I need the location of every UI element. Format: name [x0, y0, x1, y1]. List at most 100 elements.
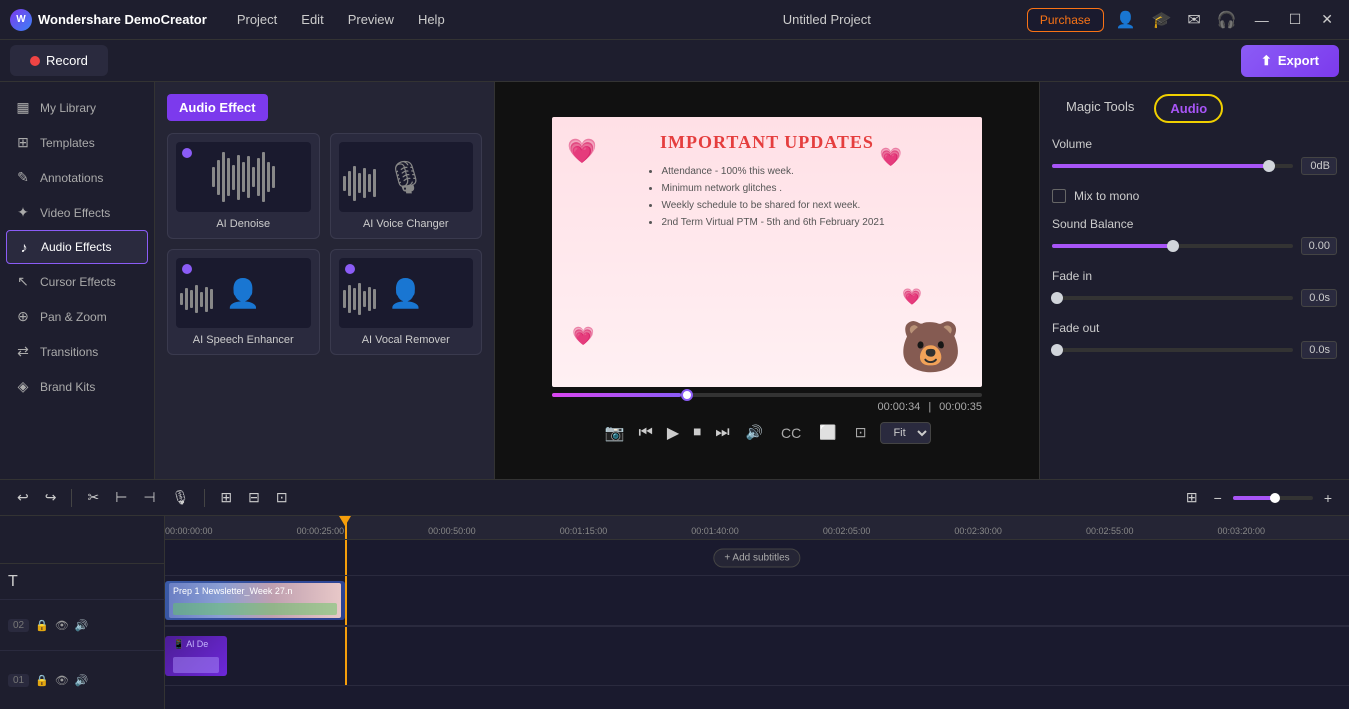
sound-balance-slider-track[interactable] [1052, 244, 1293, 248]
audio-icon-02[interactable]: 🔊 [75, 619, 89, 632]
fit-select[interactable]: Fit [880, 422, 931, 444]
sidebar-item-cursor-effects[interactable]: ↖ Cursor Effects [0, 264, 154, 299]
lock-icon-01[interactable]: 🔒 [35, 674, 49, 687]
add-clip-tool[interactable]: ⊟ [243, 486, 265, 509]
ruler-mark-0: 00:00:00:00 [165, 526, 297, 536]
video-waveform [173, 603, 337, 615]
tab-magic-tools[interactable]: Magic Tools [1052, 94, 1148, 123]
volume-icon[interactable]: 🔊 [742, 422, 767, 443]
mail-icon[interactable]: ✉ [1183, 6, 1204, 34]
preview-progress-fill [552, 393, 681, 397]
mix-to-mono-row: Mix to mono [1052, 189, 1337, 203]
prev-frame-button[interactable]: ⏮ [636, 422, 654, 444]
play-button[interactable]: ▶ [665, 421, 681, 445]
video-track-label-02: 02 🔒 👁 🔊 [0, 600, 165, 650]
stop-button[interactable]: ⏹ [691, 422, 703, 444]
fade-out-slider-thumb[interactable] [1051, 344, 1063, 356]
sidebar-label-annotations: Annotations [40, 171, 103, 185]
screenshot-button[interactable]: 📷 [603, 421, 627, 445]
sidebar-item-brand-kits[interactable]: ◈ Brand Kits [0, 369, 154, 404]
aspect-ratio-icon[interactable]: ⊡ [851, 422, 871, 443]
effect-card-ai-speech-enhancer[interactable]: 👤 AI Speech Enhancer [167, 249, 320, 355]
next-frame-button[interactable]: ⏭ [713, 422, 731, 444]
sidebar-item-transitions[interactable]: ⇄ Transitions [0, 334, 154, 369]
audio-effects-icon: ♪ [15, 239, 33, 255]
effect-card-ai-vocal-remover[interactable]: 👤 AI Vocal Remover [330, 249, 483, 355]
fade-out-slider-track[interactable] [1052, 348, 1293, 352]
menu-preview[interactable]: Preview [338, 8, 404, 31]
brand-kits-icon: ◈ [14, 378, 32, 395]
effect-card-ai-voice-changer[interactable]: 🎙 AI Voice Changer [330, 133, 483, 239]
sidebar-item-video-effects[interactable]: ✦ Video Effects [0, 195, 154, 230]
eye-icon-01[interactable]: 👁 [55, 674, 69, 687]
add-track-tool[interactable]: ⊞ [215, 486, 237, 509]
track-num-01: 01 [8, 674, 29, 687]
trim-tool[interactable]: ⊢ [110, 486, 132, 509]
record-mic-tool[interactable]: 🎙 [167, 486, 195, 509]
video-clip-01[interactable]: Prep 1 Newsletter_Week 27.n [165, 581, 345, 620]
zoom-slider-track[interactable] [1233, 496, 1313, 500]
fade-in-slider-thumb[interactable] [1051, 292, 1063, 304]
app-name: Wondershare DemoCreator [38, 12, 207, 27]
mix-to-mono-checkbox[interactable] [1052, 189, 1066, 203]
text-icon: T [8, 573, 18, 591]
preview-area: IMPORTANT UPDATES Attendance - 100% this… [495, 82, 1039, 479]
zoom-slider-fill [1233, 496, 1273, 500]
sidebar-item-audio-effects[interactable]: ♪ Audio Effects [6, 230, 148, 264]
minimize-button[interactable]: — [1249, 12, 1275, 28]
sidebar: ▦ My Library ⊞ Templates ✎ Annotations ✦… [0, 82, 155, 479]
fade-in-slider-track[interactable] [1052, 296, 1293, 300]
sidebar-item-my-library[interactable]: ▦ My Library [0, 90, 154, 125]
record-button[interactable]: Record [10, 45, 108, 76]
cut-tool[interactable]: ✂ [82, 486, 104, 509]
account-icon[interactable]: 👤 [1112, 6, 1140, 34]
education-icon[interactable]: 🎓 [1147, 6, 1175, 34]
undo-button[interactable]: ↩ [12, 486, 34, 509]
purchase-button[interactable]: Purchase [1027, 8, 1104, 32]
fade-in-value: 0.0s [1301, 289, 1337, 307]
menu-project[interactable]: Project [227, 8, 287, 31]
preview-timeline-bar: 00:00:34 | 00:00:35 [552, 393, 982, 413]
add-subtitles-button[interactable]: + Add subtitles [713, 548, 800, 567]
effect-card-ai-denoise[interactable]: AI Denoise [167, 133, 320, 239]
pan-zoom-icon: ⊕ [14, 308, 32, 325]
tab-audio[interactable]: Audio [1154, 94, 1223, 123]
sidebar-item-pan-zoom[interactable]: ⊕ Pan & Zoom [0, 299, 154, 334]
close-button[interactable]: ✕ [1315, 11, 1339, 28]
crop-icon[interactable]: ⬜ [815, 422, 840, 443]
record-label: Record [46, 53, 88, 68]
zoom-out-button[interactable]: − [1209, 487, 1227, 509]
mix-to-mono-label: Mix to mono [1074, 189, 1139, 203]
sidebar-item-templates[interactable]: ⊞ Templates [0, 125, 154, 160]
maximize-button[interactable]: ☐ [1283, 11, 1308, 28]
preview-title: IMPORTANT UPDATES [660, 132, 874, 153]
preview-progress-track[interactable] [552, 393, 982, 397]
preview-progress-thumb[interactable] [681, 389, 693, 401]
eye-icon-02[interactable]: 👁 [55, 619, 69, 632]
clip-settings-tool[interactable]: ⊡ [271, 486, 293, 509]
add-media-button[interactable]: ⊞ [1181, 486, 1203, 509]
lock-icon-02[interactable]: 🔒 [35, 619, 49, 632]
ruler-mark-7: 00:02:55:00 [1086, 526, 1218, 536]
sound-balance-slider-thumb[interactable] [1167, 240, 1179, 252]
redo-button[interactable]: ↪ [40, 486, 62, 509]
track-num-02: 02 [8, 619, 29, 632]
sidebar-item-annotations[interactable]: ✎ Annotations [0, 160, 154, 195]
project-title: Untitled Project [627, 12, 1027, 27]
menu-help[interactable]: Help [408, 8, 455, 31]
effect-preview-ai-speech-enhancer: 👤 [176, 258, 311, 328]
zoom-in-button[interactable]: + [1319, 487, 1337, 509]
caption-icon[interactable]: CC [777, 423, 805, 443]
volume-slider-thumb[interactable] [1263, 160, 1275, 172]
export-button[interactable]: ⬆ Export [1241, 45, 1339, 77]
audio-icon-01[interactable]: 🔊 [75, 674, 89, 687]
menu-edit[interactable]: Edit [291, 8, 333, 31]
headset-icon[interactable]: 🎧 [1213, 6, 1241, 34]
audio-clip-01[interactable]: 📱 Al De [165, 636, 227, 677]
zoom-slider-thumb[interactable] [1270, 493, 1280, 503]
record-dot [30, 56, 40, 66]
volume-slider-track[interactable] [1052, 164, 1293, 168]
effect-label-ai-vocal-remover: AI Vocal Remover [339, 334, 474, 346]
effect-preview-ai-voice-changer: 🎙 [339, 142, 474, 212]
split-tool[interactable]: ⊣ [138, 486, 160, 509]
